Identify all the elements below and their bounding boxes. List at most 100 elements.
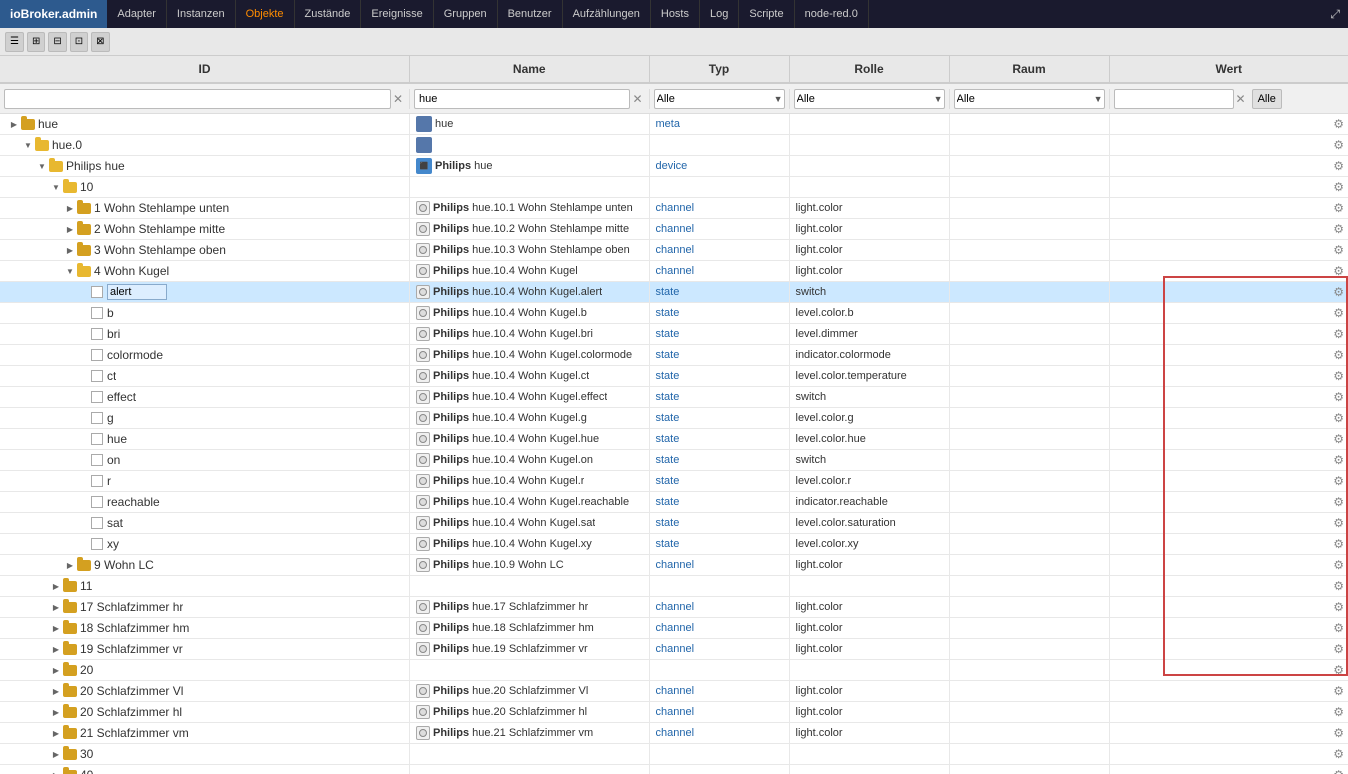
row-gear-icon[interactable]: ⚙ xyxy=(1329,432,1348,446)
expand-icon[interactable]: ▶ xyxy=(50,580,62,592)
row-gear-icon[interactable]: ⚙ xyxy=(1329,159,1348,173)
nav-tab-hosts[interactable]: Hosts xyxy=(651,0,700,28)
row-gear-icon[interactable]: ⚙ xyxy=(1329,537,1348,551)
toolbar-collapse-btn[interactable]: ⊟ xyxy=(48,32,66,52)
checkbox-icon[interactable] xyxy=(91,328,103,340)
table-row[interactable]: Philips hue.10.4 Wohn Kugel.alertstatesw… xyxy=(0,282,1348,303)
table-row[interactable]: ▶20⚙ xyxy=(0,660,1348,681)
table-row[interactable]: ▼4 Wohn KugelPhilips hue.10.4 Wohn Kugel… xyxy=(0,261,1348,282)
expand-icon[interactable]: ▶ xyxy=(50,664,62,676)
checkbox-icon[interactable] xyxy=(91,391,103,403)
nav-tab-gruppen[interactable]: Gruppen xyxy=(434,0,498,28)
expand-icon[interactable]: ▶ xyxy=(50,727,62,739)
expand-icon[interactable]: ▼ xyxy=(36,160,48,172)
row-gear-icon[interactable]: ⚙ xyxy=(1329,306,1348,320)
expand-icon[interactable]: ▼ xyxy=(22,139,34,151)
row-gear-icon[interactable]: ⚙ xyxy=(1329,201,1348,215)
row-gear-icon[interactable]: ⚙ xyxy=(1329,726,1348,740)
row-gear-icon[interactable]: ⚙ xyxy=(1329,705,1348,719)
expand-icon-btn[interactable]: ⤢ xyxy=(1322,0,1348,28)
row-gear-icon[interactable]: ⚙ xyxy=(1329,495,1348,509)
nav-tab-objekte[interactable]: Objekte xyxy=(236,0,295,28)
expand-icon[interactable]: ▶ xyxy=(64,223,76,235)
table-row[interactable]: ▶huehuemeta⚙ xyxy=(0,114,1348,135)
expand-icon[interactable]: ▶ xyxy=(64,244,76,256)
row-gear-icon[interactable]: ⚙ xyxy=(1329,558,1348,572)
filter-id-clear[interactable]: ✕ xyxy=(391,92,405,106)
toolbar-menu-btn[interactable]: ☰ xyxy=(5,32,24,52)
table-row[interactable]: ▶2 Wohn Stehlampe mittePhilips hue.10.2 … xyxy=(0,219,1348,240)
row-gear-icon[interactable]: ⚙ xyxy=(1329,117,1348,131)
filter-room-select[interactable]: Alle xyxy=(954,89,1105,109)
filter-name-input[interactable] xyxy=(414,89,630,109)
expand-icon[interactable]: ▶ xyxy=(50,622,62,634)
row-gear-icon[interactable]: ⚙ xyxy=(1329,663,1348,677)
row-gear-icon[interactable]: ⚙ xyxy=(1329,222,1348,236)
table-row[interactable]: ▶30⚙ xyxy=(0,744,1348,765)
row-gear-icon[interactable]: ⚙ xyxy=(1329,327,1348,341)
table-row[interactable]: ▼Philips hue⬛Philips huedevice⚙ xyxy=(0,156,1348,177)
expand-icon[interactable]: ▶ xyxy=(50,769,62,774)
checkbox-icon[interactable] xyxy=(91,496,103,508)
checkbox-icon[interactable] xyxy=(91,517,103,529)
table-row[interactable]: bPhilips hue.10.4 Wohn Kugel.bstatelevel… xyxy=(0,303,1348,324)
row-gear-icon[interactable]: ⚙ xyxy=(1329,453,1348,467)
table-row[interactable]: ctPhilips hue.10.4 Wohn Kugel.ctstatelev… xyxy=(0,366,1348,387)
checkbox-icon[interactable] xyxy=(91,307,103,319)
checkbox-icon[interactable] xyxy=(91,412,103,424)
filter-role-select[interactable]: Alle xyxy=(794,89,945,109)
expand-icon[interactable]: ▶ xyxy=(8,118,20,130)
nav-tab-benutzer[interactable]: Benutzer xyxy=(498,0,563,28)
nav-tab-zustaende[interactable]: Zustände xyxy=(295,0,362,28)
checkbox-icon[interactable] xyxy=(91,475,103,487)
table-row[interactable]: ▶40⚙ xyxy=(0,765,1348,774)
row-gear-icon[interactable]: ⚙ xyxy=(1329,264,1348,278)
table-row[interactable]: gPhilips hue.10.4 Wohn Kugel.gstatelevel… xyxy=(0,408,1348,429)
checkbox-icon[interactable] xyxy=(91,454,103,466)
expand-icon[interactable]: ▶ xyxy=(50,601,62,613)
checkbox-icon[interactable] xyxy=(91,286,103,298)
table-row[interactable]: ▶9 Wohn LCPhilips hue.10.9 Wohn LCchanne… xyxy=(0,555,1348,576)
row-gear-icon[interactable]: ⚙ xyxy=(1329,348,1348,362)
table-row[interactable]: ▶20 Schlafzimmer VlPhilips hue.20 Schlaf… xyxy=(0,681,1348,702)
row-gear-icon[interactable]: ⚙ xyxy=(1329,747,1348,761)
table-row[interactable]: xyPhilips hue.10.4 Wohn Kugel.xystatelev… xyxy=(0,534,1348,555)
row-gear-icon[interactable]: ⚙ xyxy=(1329,768,1348,774)
row-gear-icon[interactable]: ⚙ xyxy=(1329,180,1348,194)
toolbar-grid-btn[interactable]: ⊞ xyxy=(27,32,45,52)
row-gear-icon[interactable]: ⚙ xyxy=(1329,138,1348,152)
nav-tab-ereignisse[interactable]: Ereignisse xyxy=(361,0,433,28)
filter-wert-input[interactable] xyxy=(1114,89,1234,109)
filter-type-select[interactable]: Alle xyxy=(654,89,785,109)
table-row[interactable]: onPhilips hue.10.4 Wohn Kugel.onstateswi… xyxy=(0,450,1348,471)
table-row[interactable]: reachablePhilips hue.10.4 Wohn Kugel.rea… xyxy=(0,492,1348,513)
checkbox-icon[interactable] xyxy=(91,538,103,550)
table-row[interactable]: huePhilips hue.10.4 Wohn Kugel.huestatel… xyxy=(0,429,1348,450)
row-gear-icon[interactable]: ⚙ xyxy=(1329,600,1348,614)
table-row[interactable]: ▶20 Schlafzimmer hlPhilips hue.20 Schlaf… xyxy=(0,702,1348,723)
nav-tab-aufzaehlungen[interactable]: Aufzählungen xyxy=(563,0,651,28)
row-gear-icon[interactable]: ⚙ xyxy=(1329,684,1348,698)
expand-icon[interactable]: ▶ xyxy=(50,685,62,697)
expand-icon[interactable]: ▶ xyxy=(50,748,62,760)
row-gear-icon[interactable]: ⚙ xyxy=(1329,474,1348,488)
row-gear-icon[interactable]: ⚙ xyxy=(1329,243,1348,257)
expand-icon[interactable]: ▶ xyxy=(64,202,76,214)
expand-icon[interactable]: ▶ xyxy=(50,706,62,718)
expand-icon[interactable]: ▶ xyxy=(64,559,76,571)
checkbox-icon[interactable] xyxy=(91,370,103,382)
expand-icon[interactable]: ▼ xyxy=(50,181,62,193)
filter-alle-btn[interactable]: Alle xyxy=(1252,89,1282,109)
nav-tab-adapter[interactable]: Adapter xyxy=(107,0,167,28)
expand-icon[interactable]: ▶ xyxy=(50,643,62,655)
nav-tab-log[interactable]: Log xyxy=(700,0,739,28)
toolbar-close-btn[interactable]: ⊠ xyxy=(91,32,109,52)
table-row[interactable]: effectPhilips hue.10.4 Wohn Kugel.effect… xyxy=(0,387,1348,408)
app-brand[interactable]: ioBroker.admin xyxy=(0,0,107,28)
table-row[interactable]: ▶11⚙ xyxy=(0,576,1348,597)
row-gear-icon[interactable]: ⚙ xyxy=(1329,411,1348,425)
row-gear-icon[interactable]: ⚙ xyxy=(1329,642,1348,656)
nav-tab-scripte[interactable]: Scripte xyxy=(739,0,794,28)
nav-tab-node-red[interactable]: node-red.0 xyxy=(795,0,869,28)
row-gear-icon[interactable]: ⚙ xyxy=(1329,390,1348,404)
